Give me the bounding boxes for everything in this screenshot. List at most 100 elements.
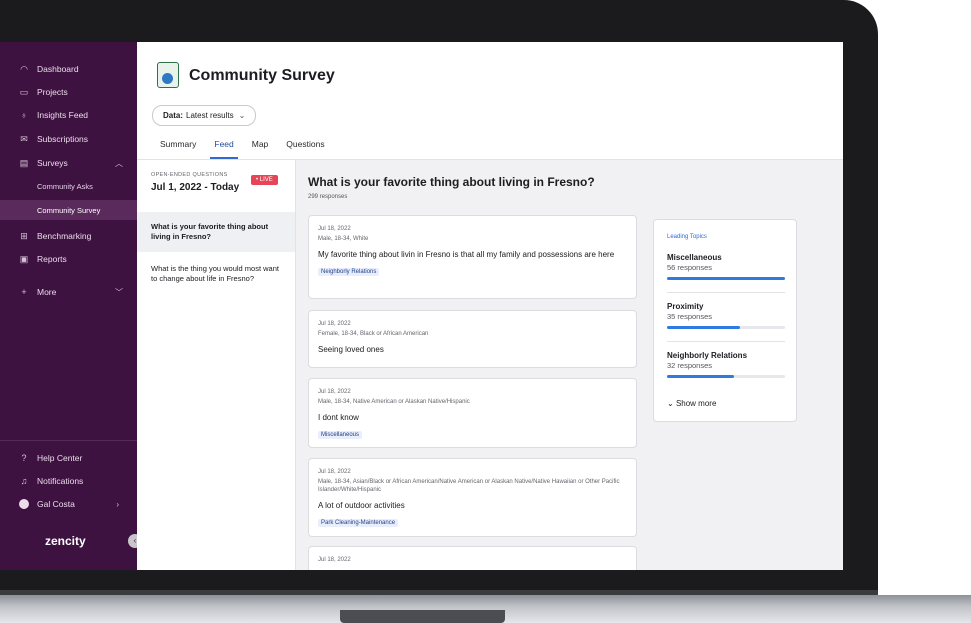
divider [667,341,785,342]
sidebar-item-subscriptions[interactable]: ✉ Subscriptions [0,128,137,150]
tab-questions[interactable]: Questions [286,139,324,159]
sidebar-item-label: Benchmarking [37,231,92,241]
sidebar-divider [0,440,137,441]
sidebar: ◠ Dashboard ▭ Projects ♁ Insights Feed ✉… [0,42,137,570]
tab-feed[interactable]: Feed [210,139,239,159]
topic-bar-track [667,326,785,329]
topic-bar-fill [667,326,741,329]
response-card[interactable]: Jul 18, 2022 Female, 18-34, Black or Afr… [308,310,637,368]
chevron-down-icon: ⌄ [238,111,246,120]
data-source-select[interactable]: Data: Latest results ⌄ [152,105,257,126]
topic-tag[interactable]: Park Cleaning-Maintenance [318,519,399,527]
sidebar-item-help-center[interactable]: ? Help Center [0,447,137,469]
sidebar-item-insights-feed[interactable]: ♁ Insights Feed [0,104,137,126]
chevron-up-icon: ︿ [115,158,123,168]
sidebar-item-label: Notifications [37,476,84,486]
zencity-logo: zencity [45,534,86,548]
sidebar-item-surveys[interactable]: ▤ Surveys ︿ [0,152,137,174]
sidebar-item-label: Projects [37,87,68,97]
response-date: Jul 18, 2022 [318,226,351,232]
response-text: Seeing loved ones [318,345,384,354]
folder-icon: ▭ [19,87,29,97]
page-title: Community Survey [189,67,335,84]
live-badge: • LIVE [251,175,278,185]
question-list: OPEN-ENDED QUESTIONS Jul 1, 2022 - Today… [137,160,296,570]
sidebar-item-label: Help Center [37,453,83,463]
topic-bar-track [667,277,785,280]
user-name: Gal Costa [37,499,75,509]
response-card[interactable]: Jul 18, 2022 Male, 18-34, White My favor… [308,215,637,299]
benchmark-icon: ⊞ [20,231,28,241]
section-label: OPEN-ENDED QUESTIONS [151,172,228,178]
survey-icon [157,62,179,88]
question-item[interactable]: What is your favorite thing about living… [137,212,295,252]
show-more-button[interactable]: ⌄ Show more [667,399,716,408]
report-icon: ▣ [19,254,29,264]
topic-tag[interactable]: Miscellaneous [318,431,363,439]
feed-title: What is your favorite thing about living… [308,175,595,189]
mail-icon: ✉ [20,134,28,144]
tab-summary[interactable]: Summary [160,139,196,159]
sidebar-item-label: Surveys [37,158,68,168]
sidebar-item-projects[interactable]: ▭ Projects [0,81,137,103]
plus-icon: + [21,287,27,297]
response-count: 299 responses [308,194,348,200]
bell-icon: ♫ [20,476,28,486]
topic-count: 35 responses [667,312,713,321]
response-demographics: Male, 18-34, Native American or Alaskan … [318,399,470,405]
sidebar-item-label: More [37,287,57,297]
response-demographics: Male, 18-34, White [318,236,369,242]
sidebar-item-reports[interactable]: ▣ Reports [0,248,137,270]
sidebar-item-benchmarking[interactable]: ⊞ Benchmarking [0,225,137,247]
help-icon: ? [21,453,27,463]
chevron-right-icon: › [116,499,119,509]
sidebar-item-more[interactable]: + More ﹀ [0,281,137,303]
user-avatar-icon [19,499,29,509]
sidebar-item-notifications[interactable]: ♫ Notifications [0,470,137,492]
response-card[interactable]: Jul 18, 2022 Male, 18-34, Native America… [308,378,637,448]
topic-bar-fill [667,375,735,378]
response-date: Jul 18, 2022 [318,321,351,327]
topic-item[interactable]: Miscellaneous 56 responses [667,253,785,280]
chevron-down-icon: ﹀ [115,287,123,297]
topic-bar-fill [667,277,785,280]
response-text: I dont know [318,413,359,422]
response-date: Jul 18, 2022 [318,557,351,563]
sidebar-item-label: Dashboard [37,64,79,74]
topic-item[interactable]: Neighborly Relations 32 responses [667,351,785,378]
sidebar-subitem-community-asks[interactable]: Community Asks [0,176,137,196]
divider [667,292,785,293]
sidebar-item-label: Reports [37,254,67,264]
response-demographics: Female, 18-34, Black or African American [318,331,429,337]
topic-name: Neighborly Relations [667,351,748,360]
response-card[interactable]: Jul 18, 2022 [308,546,637,570]
topic-item[interactable]: Proximity 35 responses [667,302,785,329]
laptop-notch [340,610,505,623]
topic-count: 32 responses [667,361,713,370]
lightbulb-icon: ♁ [20,110,28,120]
topic-count: 56 responses [667,263,713,272]
sidebar-subitem-community-survey[interactable]: Community Survey [0,200,137,220]
topic-name: Proximity [667,302,704,311]
leading-topics-panel: Leading Topics Miscellaneous 56 response… [653,219,797,422]
app-screen: ◠ Dashboard ▭ Projects ♁ Insights Feed ✉… [0,42,843,570]
tab-bar: Summary Feed Map Questions [160,139,343,159]
tab-map[interactable]: Map [252,139,269,159]
question-item[interactable]: What is the thing you would most want to… [137,256,295,296]
topic-tag[interactable]: Neighborly Relations [318,268,380,276]
response-date: Jul 18, 2022 [318,469,351,475]
dashboard-icon: ◠ [20,64,28,74]
response-card[interactable]: Jul 18, 2022 Male, 18-34, Asian/Black or… [308,458,637,537]
chevron-down-icon: ⌄ [667,399,674,408]
response-demographics: Male, 18-34, Asian/Black or African Amer… [318,479,620,493]
page-header: Community Survey Data: Latest results ⌄ … [137,42,843,160]
topics-heading: Leading Topics [667,234,707,240]
clipboard-icon: ▤ [19,158,29,168]
sidebar-item-dashboard[interactable]: ◠ Dashboard [0,58,137,80]
response-text: A lot of outdoor activities [318,501,405,510]
response-text: My favorite thing about livin in Fresno … [318,250,615,259]
sidebar-item-label: Insights Feed [37,110,89,120]
date-range: Jul 1, 2022 - Today [151,182,240,193]
sidebar-item-user[interactable]: Gal Costa › [0,493,137,515]
topic-bar-track [667,375,785,378]
